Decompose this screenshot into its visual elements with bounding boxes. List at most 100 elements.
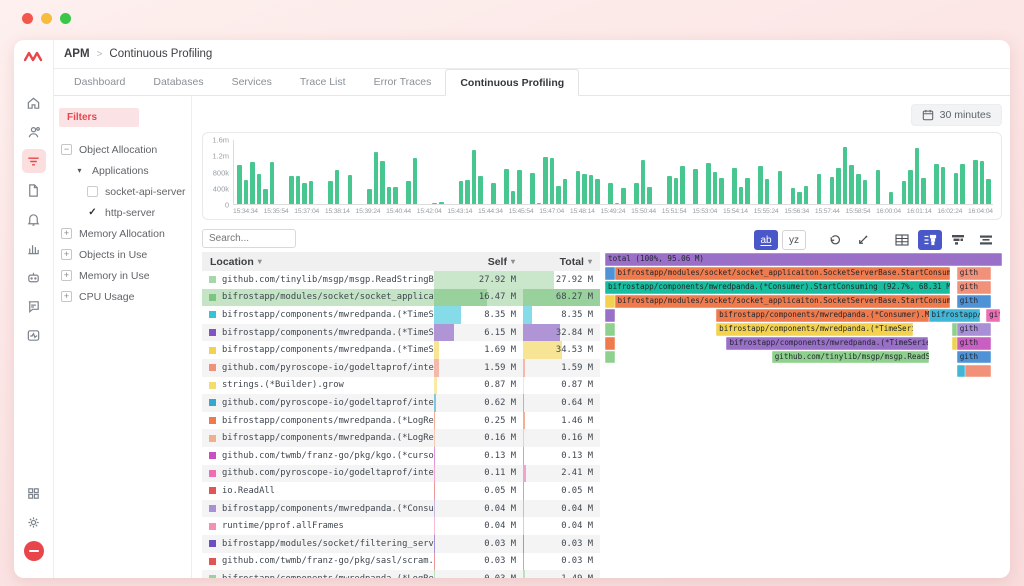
table-row[interactable]: bifrostapp/components/mwredpanda.(*LogRe…	[202, 412, 600, 430]
table-row[interactable]: bifrostapp/modules/socket/socket_applica…	[202, 289, 600, 307]
table-row[interactable]: io.ReadAll0.05 M0.05 M	[202, 482, 600, 500]
flame-frame[interactable]	[605, 351, 615, 364]
time-range-button[interactable]: 30 minutes	[911, 104, 1002, 126]
flame-frame[interactable]: git	[986, 309, 999, 322]
highlight-matches-button[interactable]: ab	[754, 230, 778, 250]
checkbox-checked-icon[interactable]: ✓	[87, 207, 98, 218]
flame-frame[interactable]: gith	[957, 337, 991, 350]
documents-icon[interactable]	[22, 178, 46, 202]
apps-icon[interactable]	[22, 481, 46, 505]
monitors-icon[interactable]	[22, 323, 46, 347]
reset-view-icon[interactable]	[850, 230, 874, 250]
table-row[interactable]: bifrostapp/components/mwredpanda.(*TimeS…	[202, 341, 600, 359]
table-flame-view-button[interactable]	[918, 230, 942, 250]
profile-avatar[interactable]	[22, 539, 46, 563]
table-row[interactable]: strings.(*Builder).grow0.87 M0.87 M	[202, 377, 600, 395]
table-row[interactable]: bifrostapp/modules/socket/filtering_serv…	[202, 535, 600, 553]
flame-frame[interactable]: bifrostapp/modules/socket/socket_applica…	[615, 295, 951, 308]
checkbox-unchecked-icon[interactable]	[87, 186, 98, 197]
expand-plus-icon[interactable]: +	[61, 228, 72, 239]
flame-frame[interactable]	[605, 267, 615, 280]
table-row[interactable]: github.com/pyroscope-io/godeltaprof/inte…	[202, 394, 600, 412]
flame-frame[interactable]: bifrostapp/components/mwredpanda.(*TimeS…	[716, 323, 913, 336]
flame-frame[interactable]: gith	[957, 351, 991, 364]
column-location[interactable]: Location▾	[202, 256, 434, 268]
location-text: bifrostapp/components/mwredpanda.(*Consu…	[222, 504, 434, 514]
tab-trace-list[interactable]: Trace List	[286, 69, 360, 95]
tab-error-traces[interactable]: Error Traces	[360, 69, 446, 95]
table-row[interactable]: github.com/twmb/franz-go/pkg/sasl/scram.…	[202, 553, 600, 571]
expand-plus-icon[interactable]: +	[61, 249, 72, 260]
flame-view-button[interactable]	[946, 230, 970, 250]
table-row[interactable]: bifrostapp/components/mwredpanda.(*Consu…	[202, 500, 600, 518]
flame-frame[interactable]: bifrostapp/components/mwredpanda.(*Consu…	[605, 281, 950, 294]
flame-frame[interactable]: github.com/tinylib/msgp/msgp.ReadStringB…	[772, 351, 929, 364]
flame-frame[interactable]	[605, 295, 615, 308]
app-logo-icon[interactable]	[24, 50, 44, 69]
table-view-button[interactable]	[890, 230, 914, 250]
profiling-icon[interactable]	[22, 149, 46, 173]
flame-frame[interactable]: bifrostapp/modules/socket/socket_applica…	[615, 267, 951, 280]
x-tick-label: 15:56:34	[784, 208, 809, 215]
flame-frame[interactable]	[605, 323, 615, 336]
expand-plus-icon[interactable]: +	[61, 270, 72, 281]
filter-item-objects-in-use[interactable]: +Objects in Use	[59, 244, 186, 265]
expand-plus-icon[interactable]: +	[61, 291, 72, 302]
filter-item-memory-in-use[interactable]: +Memory in Use	[59, 265, 186, 286]
settings-icon[interactable]	[22, 510, 46, 534]
minimize-window-button[interactable]	[41, 13, 52, 24]
assistant-icon[interactable]	[22, 265, 46, 289]
flame-frame[interactable]: gith	[957, 281, 991, 294]
flame-frame[interactable]	[605, 337, 615, 350]
table-row[interactable]: bifrostapp/components/mwredpanda.(*LogRe…	[202, 429, 600, 447]
flame-frame[interactable]: bifrostapp/components/mwredpanda.(*Consu…	[716, 309, 928, 322]
flame-frame[interactable]: gith	[957, 267, 991, 280]
sandwich-view-button[interactable]	[974, 230, 998, 250]
collapse-minus-icon[interactable]: −	[61, 144, 72, 155]
flame-frame[interactable]: gith	[957, 295, 991, 308]
tab-continuous-profiling[interactable]: Continuous Profiling	[445, 69, 579, 96]
support-icon[interactable]	[22, 294, 46, 318]
flame-frame[interactable]: gith	[957, 323, 991, 336]
filter-item-applications[interactable]: ▾Applications	[59, 160, 186, 181]
value-bar	[523, 271, 554, 289]
filter-item-cpu-usage[interactable]: +CPU Usage	[59, 286, 186, 307]
column-total[interactable]: Total▾	[523, 256, 600, 268]
table-row[interactable]: bifrostapp/components/mwredpanda.(*TimeS…	[202, 306, 600, 324]
caret-down-icon[interactable]: ▾	[74, 165, 85, 176]
chart-bar	[413, 158, 418, 204]
flame-frame[interactable]: bifrostapp/co	[929, 309, 981, 322]
flame-frame[interactable]	[605, 309, 615, 322]
column-self[interactable]: Self▾	[434, 256, 523, 268]
table-row[interactable]: github.com/twmb/franz-go/pkg/kgo.(*curso…	[202, 447, 600, 465]
filter-item-object-allocation[interactable]: −Object Allocation	[59, 139, 186, 160]
tab-services[interactable]: Services	[218, 69, 286, 95]
location-text: github.com/twmb/franz-go/pkg/kgo.(*curso…	[222, 451, 434, 461]
tab-databases[interactable]: Databases	[139, 69, 217, 95]
table-row[interactable]: github.com/pyroscope-io/godeltaprof/inte…	[202, 359, 600, 377]
maximize-window-button[interactable]	[60, 13, 71, 24]
filter-item-memory-allocation[interactable]: +Memory Allocation	[59, 223, 186, 244]
breadcrumb-root[interactable]: APM	[64, 48, 90, 60]
table-row[interactable]: runtime/pprof.allFrames0.04 M0.04 M	[202, 517, 600, 535]
flame-frame[interactable]	[957, 365, 966, 378]
filter-item-http-server[interactable]: ✓http-server	[59, 202, 186, 223]
team-icon[interactable]	[22, 120, 46, 144]
table-row[interactable]: bifrostapp/components/mwredpanda.(*TimeS…	[202, 324, 600, 342]
close-window-button[interactable]	[22, 13, 33, 24]
flame-frame[interactable]: bifrostapp/components/mwredpanda.(*TimeS…	[726, 337, 928, 350]
table-row[interactable]: github.com/pyroscope-io/godeltaprof/inte…	[202, 465, 600, 483]
fit-mode-button[interactable]: yz	[782, 230, 806, 250]
filter-item-socket-api-server[interactable]: socket-api-server	[59, 181, 186, 202]
home-icon[interactable]	[22, 91, 46, 115]
search-input[interactable]	[202, 229, 296, 248]
undo-icon[interactable]	[822, 230, 846, 250]
alerts-icon[interactable]	[22, 207, 46, 231]
value-text: 2.41 M	[561, 465, 593, 483]
tab-dashboard[interactable]: Dashboard	[60, 69, 139, 95]
table-row[interactable]: bifrostapp/components/mwredpanda.(*LogRe…	[202, 570, 600, 578]
flame-frame[interactable]: total (100%, 95.06 M)	[605, 253, 1002, 266]
analytics-icon[interactable]	[22, 236, 46, 260]
flame-frame[interactable]	[965, 365, 990, 378]
table-row[interactable]: github.com/tinylib/msgp/msgp.ReadStringB…	[202, 271, 600, 289]
